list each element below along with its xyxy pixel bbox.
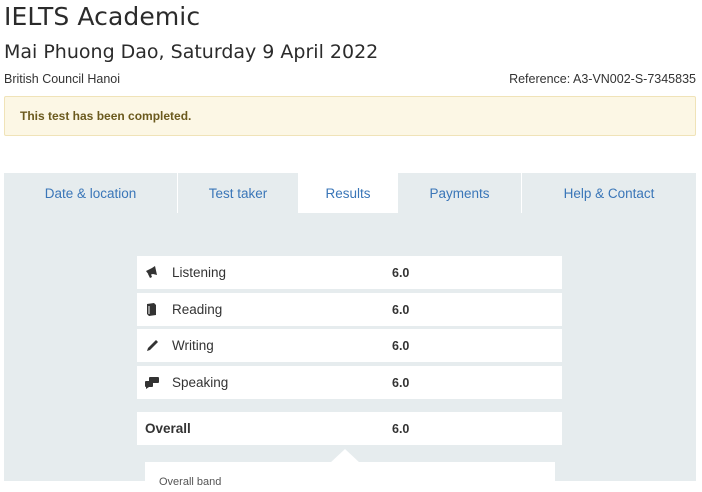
completion-notice: This test has been completed.	[4, 96, 696, 136]
completion-notice-text: This test has been completed.	[20, 109, 192, 123]
candidate-date-subtitle: Mai Phuong Dao, Saturday 9 April 2022	[4, 41, 379, 63]
score-row-overall: Overall 6.0	[137, 412, 562, 445]
test-centre-name: British Council Hanoi	[4, 72, 121, 86]
pencil-icon	[145, 339, 159, 353]
skill-label: Speaking	[172, 375, 229, 390]
skill-score: 6.0	[392, 302, 410, 317]
tab-bar: Date & location Test taker Results Payme…	[4, 173, 696, 213]
speech-bubbles-icon	[145, 376, 159, 390]
skill-label: Writing	[172, 338, 214, 353]
tab-help-contact[interactable]: Help & Contact	[522, 173, 696, 213]
skill-label: Reading	[172, 302, 223, 317]
score-row-speaking: Speaking 6.0	[137, 366, 562, 399]
score-row-reading: Reading 6.0	[137, 293, 562, 326]
skill-score: 6.0	[392, 338, 410, 353]
skill-score: 6.0	[392, 265, 410, 280]
overall-explanation-box: Overall band	[145, 462, 555, 492]
tab-results[interactable]: Results	[299, 173, 398, 213]
overall-score: 6.0	[392, 421, 410, 436]
score-row-writing: Writing 6.0	[137, 329, 562, 362]
overall-label: Overall	[145, 421, 191, 436]
skill-score: 6.0	[392, 375, 410, 390]
tab-test-taker[interactable]: Test taker	[178, 173, 299, 213]
tab-payments[interactable]: Payments	[398, 173, 522, 213]
results-panel: Listening 6.0 Reading 6.0 Writing 6.0 Sp…	[4, 213, 696, 492]
book-icon	[145, 303, 159, 317]
callout-pointer	[330, 449, 360, 463]
skill-label: Listening	[172, 265, 227, 280]
score-row-listening: Listening 6.0	[137, 256, 562, 289]
megaphone-icon	[145, 266, 159, 280]
tab-date-location[interactable]: Date & location	[4, 173, 178, 213]
page-title: IELTS Academic	[4, 2, 201, 31]
reference-number: Reference: A3-VN002-S-7345835	[509, 72, 696, 86]
overall-explanation-text: Overall band	[159, 476, 222, 488]
